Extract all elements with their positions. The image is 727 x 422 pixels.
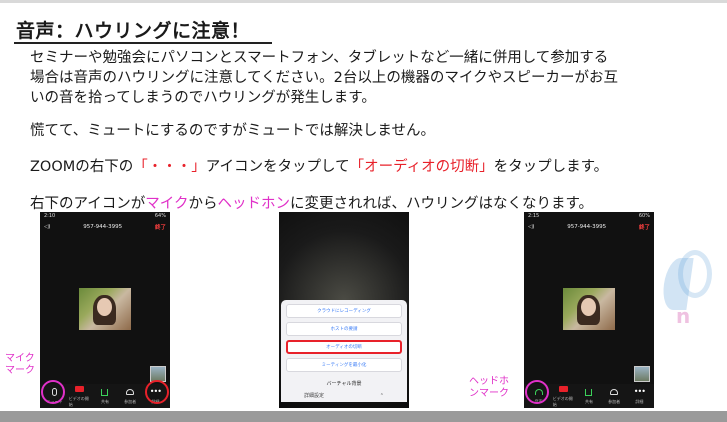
start-video-button[interactable]: ビデオの開始	[553, 385, 575, 408]
instruction-text-e: をタップします。	[493, 159, 609, 175]
headphone-word: ヘッドホン	[217, 196, 291, 212]
speaker-icon[interactable]: ◁)	[44, 224, 50, 230]
result-paragraph: 右下のアイコンがマイクからヘッドホンに変更されれば、ハウリングはなくなります。	[30, 194, 593, 214]
intro-paragraph: セミナーや勉強会にパソコンとスマートフォン、タブレットなど一緒に併用して参加する…	[30, 48, 618, 108]
menu-item-request-host[interactable]: ホストの要請	[286, 322, 402, 336]
result-text-e: に変更されれば、ハウリングはなくなります。	[290, 196, 594, 212]
participants-button[interactable]: 参加者	[119, 388, 141, 405]
status-battery: 64%	[154, 213, 166, 219]
share-button[interactable]: 共有	[578, 388, 600, 405]
self-view-thumbnail	[634, 366, 650, 382]
top-rule	[0, 0, 727, 3]
participants-icon	[126, 389, 135, 395]
mute-paragraph: 慌てて、ミュートにするのですがミュートでは解決しません。	[30, 123, 435, 139]
headphone-mark-label: ヘッドホ ンマーク	[469, 376, 509, 399]
camera-icon	[559, 386, 569, 392]
intro-line-1: セミナーや勉強会にパソコンとスマートフォン、タブレットなど一緒に併用して参加する	[30, 50, 609, 66]
status-bar: 2:10 64%	[40, 212, 170, 221]
participants-button[interactable]: 参加者	[603, 388, 625, 405]
share-icon	[101, 388, 109, 396]
chevron-up-icon[interactable]: ⌃	[380, 393, 384, 399]
more-button[interactable]: ••• 詳細	[628, 388, 650, 405]
participant-video	[79, 288, 131, 330]
meeting-header: ◁) 957-944-3995 終了	[524, 221, 654, 232]
participants-icon	[610, 389, 619, 395]
mic-mark-label: マイク マーク	[5, 353, 35, 376]
meeting-id: 957-944-3995	[567, 223, 607, 230]
menu-item-minimize-meeting[interactable]: ミーティングを最小化	[286, 358, 402, 372]
status-battery: 60%	[638, 213, 650, 219]
participant-face	[97, 298, 112, 316]
status-time: 2:15	[528, 213, 540, 219]
result-text-a: 右下のアイコンが	[30, 196, 146, 212]
speaker-icon[interactable]: ◁)	[528, 224, 534, 230]
participant-video	[563, 288, 615, 330]
intro-line-3: いの音を拾ってしまうのでハウリングが発生します。	[30, 90, 376, 106]
meeting-header: ◁) 957-944-3995 終了	[40, 221, 170, 232]
more-dots-icon: •••	[633, 387, 646, 396]
page-title: 音声：ハウリングに注意！	[16, 20, 251, 42]
menu-item-disconnect-audio[interactable]: オーディオの切断	[286, 340, 402, 354]
mic-highlight-circle	[41, 380, 65, 404]
participant-face	[581, 298, 596, 316]
sheet-footer: 詳細設定 ⌃	[286, 392, 402, 400]
disconnect-audio-label: 「オーディオの切断」	[349, 159, 494, 175]
watermark-logo: n	[660, 250, 726, 336]
phone-screenshot-mic: 2:10 64% ◁) 957-944-3995 終了 ミュート ビデオの開始 …	[40, 212, 170, 408]
bottom-bar	[0, 411, 727, 422]
watermark-letter: n	[676, 304, 691, 328]
status-bar: 2:15 60%	[524, 212, 654, 221]
settings-link[interactable]: 詳細設定	[304, 392, 324, 399]
share-button[interactable]: 共有	[94, 388, 116, 405]
end-button[interactable]: 終了	[155, 223, 166, 231]
mic-word: マイク	[145, 196, 189, 212]
phone-screenshot-headphone: 2:15 60% ◁) 957-944-3995 終了 音声 ビデオの開始 共有…	[524, 212, 654, 408]
menu-item-virtual-background[interactable]: バーチャル背景	[286, 376, 402, 390]
share-icon	[585, 388, 593, 396]
status-time: 2:10	[44, 213, 56, 219]
start-video-button[interactable]: ビデオの開始	[69, 385, 91, 408]
menu-item-cloud-record[interactable]: クラウドにレコーディング	[286, 304, 402, 318]
phone-screenshot-menu: クラウドにレコーディング ホストの要請 オーディオの切断 ミーティングを最小化 …	[279, 212, 409, 408]
instruction-text-c: アイコンをタップして	[205, 159, 350, 175]
more-icon-label: 「・・・」	[133, 159, 206, 175]
end-button[interactable]: 終了	[639, 223, 650, 231]
headphone-highlight-circle	[525, 380, 549, 404]
title-underline	[14, 42, 272, 44]
more-options-sheet: クラウドにレコーディング ホストの要請 オーディオの切断 ミーティングを最小化 …	[281, 300, 407, 402]
camera-icon	[75, 386, 85, 392]
intro-line-2: 場合は音声のハウリングに注意してください。2台以上の機器のマイクやスピーカーがお…	[30, 70, 619, 86]
result-text-c: から	[188, 196, 218, 212]
more-highlight-circle	[145, 380, 169, 404]
instruction-text-a: ZOOMの右下の	[30, 159, 134, 175]
meeting-id: 957-944-3995	[83, 223, 123, 230]
instruction-paragraph: ZOOMの右下の「・・・」アイコンをタップして「オーディオの切断」をタップします…	[30, 157, 608, 177]
